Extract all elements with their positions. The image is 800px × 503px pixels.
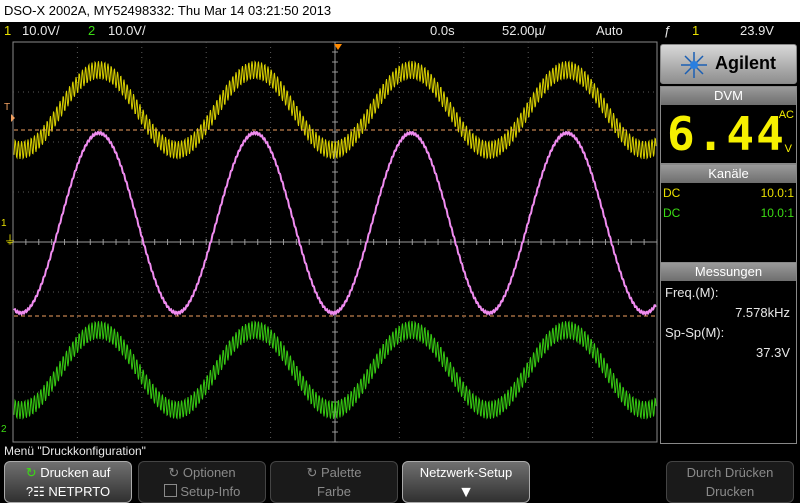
dvm-mode: AC [778,109,794,121]
trigger-source[interactable]: 1 [692,22,699,40]
trigger-level[interactable]: 23.9V [740,22,774,40]
ch2-number[interactable]: 2 [88,22,95,40]
channel-row-1: DC 10.0:1 [663,185,794,201]
side-panel: Agilent DVM 6.44 AC V Kanäle DC 10.0:1 D… [660,44,800,444]
network-setup-softkey[interactable]: Netzwerk-Setup ▼ [402,461,530,503]
ch1-ground-marker: 1 [1,218,7,229]
brand-panel: Agilent [660,44,797,84]
status-bar: 1 10.0V/ 2 10.0V/ 0.0s 52.00µ/ Auto ƒ 1 … [0,22,800,40]
ch2-coupling: DC [663,206,681,220]
freq-label: Freq.(M): [665,285,719,300]
ch1-coupling: DC [663,186,681,200]
network-icon: ?☷ [25,484,45,499]
ch2-ground-marker: 2 [1,424,7,435]
dvm-panel: DVM 6.44 AC V [660,86,797,164]
waveform-display[interactable]: T 1 2 ⏚ [0,40,660,444]
time-offset[interactable]: 0.0s [430,22,455,40]
channels-panel: Kanäle DC 10.0:1 DC 10.0:1 [660,164,797,270]
options-softkey[interactable]: ↻ Optionen Setup-Info [138,461,266,503]
dvm-value: 6.44 [667,107,786,161]
time-scale[interactable]: 52.00µ/ [502,22,546,40]
palette-softkey[interactable]: ↻ Palette Farbe [270,461,398,503]
vpp-value: 37.3V [756,345,790,360]
brand-name: Agilent [715,53,776,73]
ch1-probe: 10.0:1 [760,186,794,200]
ground-icon: ⏚ [4,233,16,247]
rotate-knob-icon: ↻ [306,465,318,480]
ch1-scale[interactable]: 10.0V/ [22,22,60,40]
press-to-print-softkey[interactable]: Durch Drücken Drucken [666,461,794,503]
menu-title: Menü "Druckkonfiguration" [4,444,146,458]
measurements-header: Messungen [661,263,796,281]
vpp-label: Sp-Sp(M): [665,325,725,340]
freq-value: 7.578kHz [735,305,790,320]
ch2-probe: 10.0:1 [760,206,794,220]
agilent-spark-icon [681,52,707,78]
channels-header: Kanäle [661,165,796,183]
channel-row-2: DC 10.0:1 [663,205,794,221]
setup-info-checkbox[interactable] [163,484,177,497]
trigger-edge-icon: ƒ [664,23,672,38]
submenu-arrow-icon: ▼ [458,484,474,501]
rotate-knob-icon: ↻ [25,465,37,480]
window-title: DSO-X 2002A, MY52498332: Thu Mar 14 03:2… [0,0,800,22]
dvm-header: DVM [661,87,796,105]
ch2-scale[interactable]: 10.0V/ [108,22,146,40]
trigger-level-marker: T [4,102,10,113]
measurements-panel: Messungen Freq.(M): 7.578kHz Sp-Sp(M): 3… [660,262,797,444]
print-to-softkey[interactable]: ↻ Drucken auf ?☷ NETPRTO [4,461,132,503]
ch1-number[interactable]: 1 [4,22,11,40]
rotate-knob-icon: ↻ [168,465,180,480]
dvm-unit: V [784,143,792,155]
trigger-mode[interactable]: Auto [596,22,623,40]
